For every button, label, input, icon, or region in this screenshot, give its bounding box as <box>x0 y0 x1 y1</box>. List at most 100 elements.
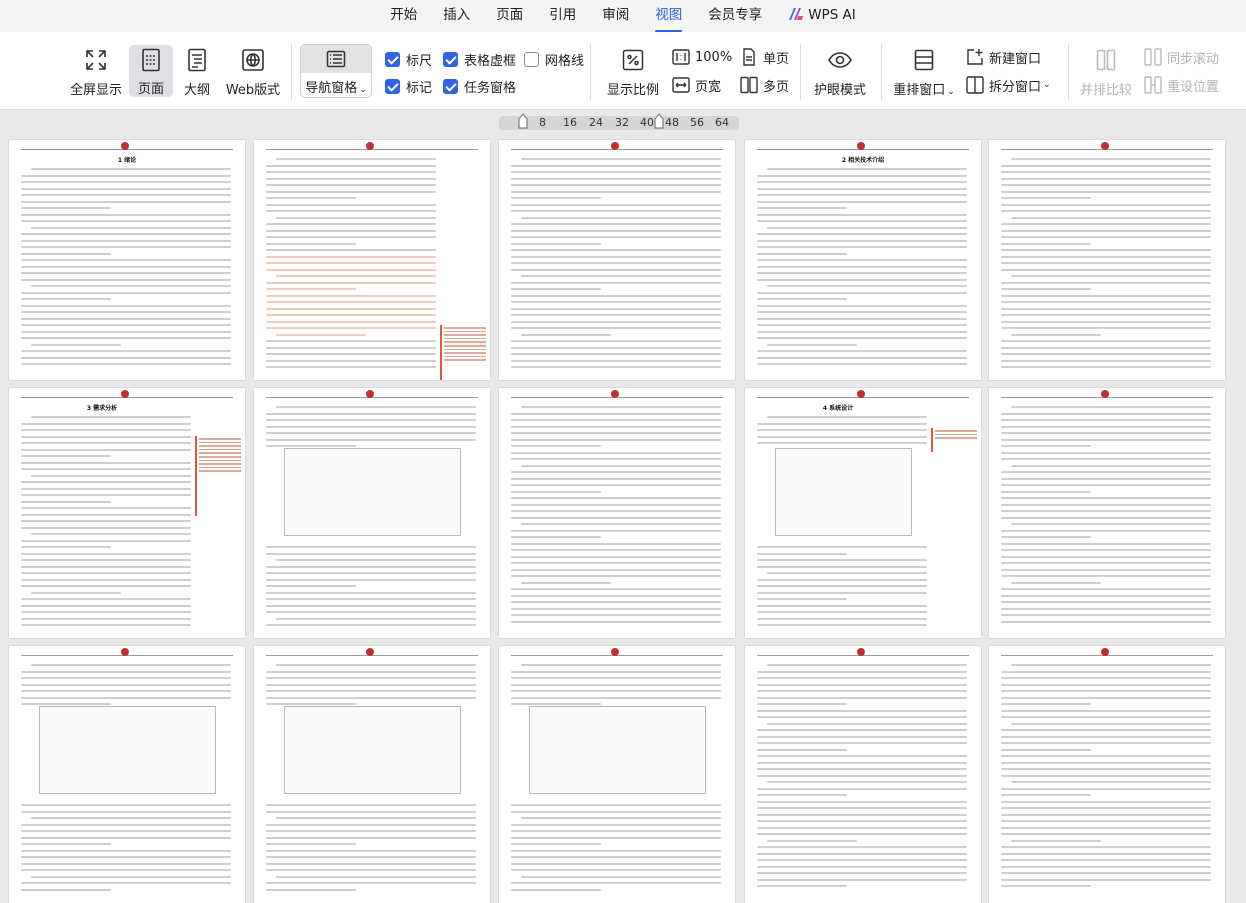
page-thumbnail[interactable] <box>499 646 735 903</box>
text-line <box>511 425 721 428</box>
text-line <box>21 481 191 483</box>
menu-tab-page[interactable]: 页面 <box>483 3 536 32</box>
page-thumbnail[interactable] <box>9 646 245 903</box>
single-page-button[interactable]: 单页 <box>740 46 789 68</box>
rearrange-window-label: 重排窗口 ⌄ <box>893 83 955 98</box>
web-layout-button[interactable]: Web版式 <box>222 36 284 98</box>
menu-tab-review[interactable]: 审阅 <box>589 3 642 32</box>
text-line <box>511 568 721 571</box>
page-thumbnail[interactable]: 4 系统设计 <box>745 388 981 638</box>
markers-checkbox-box[interactable] <box>385 78 400 94</box>
slider-right-handle[interactable] <box>654 113 664 129</box>
text-line <box>1001 340 1211 342</box>
gridlines-checkbox-box[interactable] <box>524 51 539 67</box>
page-thumbnail[interactable] <box>499 388 735 638</box>
text-line <box>1001 614 1211 616</box>
text-line <box>21 526 191 529</box>
text-line <box>757 174 967 177</box>
outline-view-button[interactable]: 大纲 <box>177 36 217 98</box>
web-layout-icon <box>239 46 267 73</box>
text-line <box>511 438 721 441</box>
side-by-side-button[interactable]: 并排比较 <box>1076 36 1136 98</box>
document-pages-grid[interactable]: 1 绪论 2 相关技术介绍 3 需求分析 4 系统设计 <box>0 140 1246 903</box>
menu-tab-member[interactable]: 会员专享 <box>695 3 775 32</box>
page-thumbnail[interactable] <box>254 646 490 903</box>
navigation-pane-button[interactable]: 导航窗格 ⌄ <box>300 44 372 98</box>
ruler-checkbox-box[interactable] <box>385 51 400 67</box>
text-line <box>21 324 231 326</box>
text-line <box>1001 703 1091 705</box>
page-thumbnail[interactable] <box>499 140 735 380</box>
comment-balloon[interactable] <box>931 428 979 452</box>
text-line <box>1011 406 1211 408</box>
text-line <box>757 304 967 307</box>
split-window-button[interactable]: 拆分窗口 ⌄ <box>966 74 1051 96</box>
text-line <box>757 761 967 764</box>
markers-checkbox[interactable]: 标记 <box>385 75 432 97</box>
page-thumbnail[interactable] <box>989 140 1225 380</box>
menu-tab-wps-ai[interactable]: WPS AI <box>775 7 869 32</box>
page-width-label: 页宽 <box>695 79 722 95</box>
text-line <box>511 607 721 610</box>
ruler-checkbox[interactable]: 标尺 <box>385 48 432 70</box>
zoom-100-button[interactable]: 100% <box>672 46 732 68</box>
page-thumbnail[interactable]: 1 绪论 <box>9 140 245 380</box>
page-thumbnail[interactable] <box>989 646 1225 903</box>
sync-scroll-button[interactable]: 同步滚动 <box>1144 46 1219 68</box>
page-thumbnail[interactable]: 3 需求分析 <box>9 388 245 638</box>
text-line <box>1001 412 1211 415</box>
task-pane-checkbox-box[interactable] <box>443 78 458 94</box>
page-thumbnail[interactable]: 2 相关技术介绍 <box>745 140 981 380</box>
text-line <box>266 242 356 245</box>
page-thumbnail[interactable] <box>254 140 490 380</box>
text-line <box>266 307 436 310</box>
page-thumbnail[interactable] <box>989 388 1225 638</box>
reset-position-button[interactable]: 重设位置 <box>1144 74 1219 96</box>
table-gridlines-checkbox[interactable]: 表格虚框 <box>443 48 516 70</box>
ruler-tick: 16 <box>563 116 577 129</box>
university-logo-icon <box>857 390 865 398</box>
page-thumbnail[interactable] <box>254 388 490 638</box>
slider-left-handle[interactable] <box>518 113 528 129</box>
text-line <box>511 503 721 506</box>
text-line <box>1001 833 1211 835</box>
text-line <box>1011 275 1211 277</box>
zoom-button[interactable]: 显示比例 <box>602 36 664 98</box>
web-layout-label: Web版式 <box>225 83 281 98</box>
text-line <box>21 882 231 884</box>
page-width-button[interactable]: 页宽 <box>672 74 721 96</box>
comment-balloon[interactable] <box>195 436 243 516</box>
ribbon-separator <box>1068 44 1069 100</box>
table-gridlines-checkbox-box[interactable] <box>443 51 458 67</box>
multi-page-button[interactable]: 多页 <box>740 74 789 96</box>
text-line <box>21 546 111 548</box>
fullscreen-button[interactable]: 全屏显示 <box>64 36 128 98</box>
menu-tab-view[interactable]: 视图 <box>642 3 695 32</box>
menu-tab-references[interactable]: 引用 <box>536 3 589 32</box>
page-width-icon <box>672 76 690 94</box>
text-line <box>521 581 611 584</box>
text-line <box>276 664 476 666</box>
comment-text-line <box>444 344 486 347</box>
text-line <box>266 683 476 686</box>
text-line <box>757 774 967 777</box>
comment-text-line <box>935 433 977 436</box>
rearrange-window-button[interactable]: 重排窗口 ⌄ <box>890 36 958 98</box>
text-line <box>21 520 191 522</box>
menu-tab-start[interactable]: 开始 <box>377 3 430 32</box>
gridlines-checkbox[interactable]: 网格线 <box>524 48 584 70</box>
pages-per-row-slider[interactable]: 8 16 24 32 40 48 56 64 <box>499 113 739 130</box>
text-line <box>757 604 927 607</box>
comment-text-line <box>199 445 241 447</box>
comment-balloon[interactable] <box>440 325 488 380</box>
text-line <box>511 268 721 271</box>
task-pane-checkbox[interactable]: 任务窗格 <box>443 75 516 97</box>
page-view-button[interactable]: 页面 <box>129 45 173 97</box>
text-line <box>511 696 721 699</box>
eye-care-button[interactable]: 护眼模式 <box>808 36 872 98</box>
menu-tab-insert[interactable]: 插入 <box>430 3 483 32</box>
text-line <box>21 617 191 620</box>
text-line <box>757 820 967 822</box>
page-thumbnail[interactable] <box>745 646 981 903</box>
new-window-button[interactable]: 新建窗口 <box>966 46 1041 68</box>
